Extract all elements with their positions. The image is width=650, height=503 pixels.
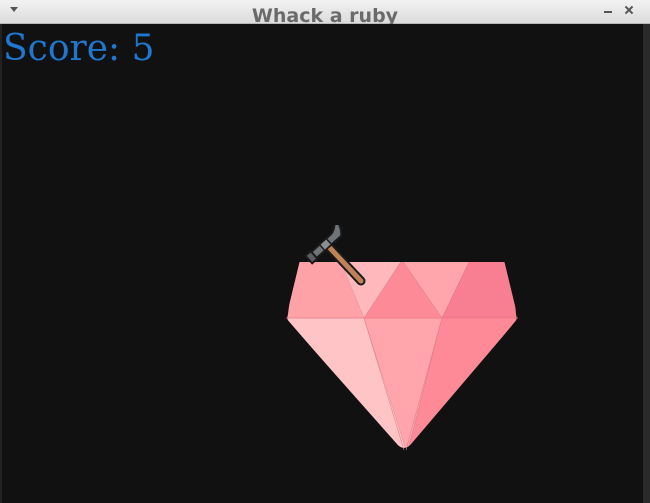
window-frame-left — [0, 24, 2, 503]
ruby-gem-icon[interactable] — [284, 258, 520, 452]
title-bar[interactable]: Whack a ruby — [0, 0, 650, 24]
score-label: Score: 5 — [3, 28, 155, 69]
game-window: Whack a ruby Score: 5 — [0, 0, 650, 503]
minimize-icon[interactable] — [603, 5, 613, 15]
close-icon[interactable] — [623, 4, 635, 16]
window-frame-right — [643, 24, 650, 503]
window-title: Whack a ruby — [251, 5, 399, 24]
